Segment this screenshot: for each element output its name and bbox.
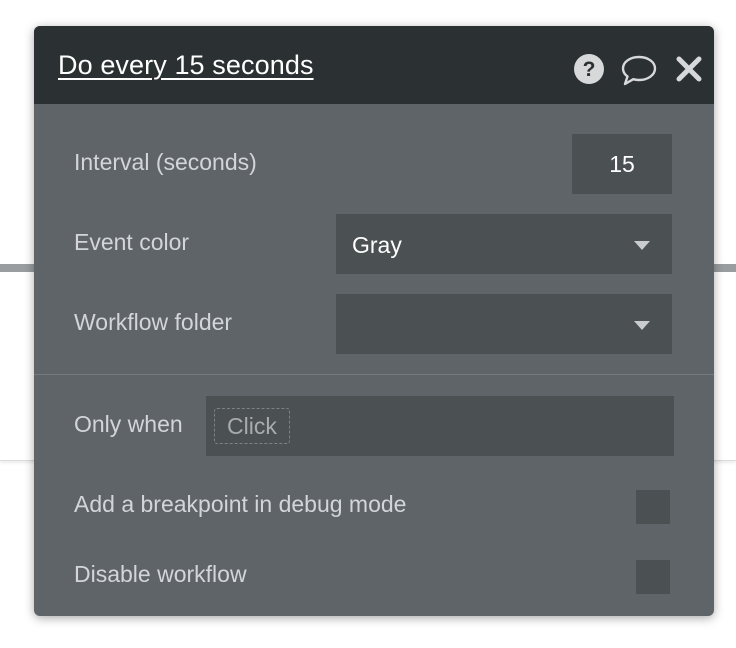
chevron-down-icon bbox=[634, 241, 650, 250]
interval-input[interactable]: 15 bbox=[572, 134, 672, 194]
panel-header: Do every 15 seconds ? bbox=[34, 26, 714, 104]
only-when-placeholder[interactable]: Click bbox=[214, 408, 290, 444]
event-color-select[interactable]: Gray bbox=[336, 214, 672, 274]
help-icon[interactable]: ? bbox=[572, 52, 606, 86]
event-color-label: Event color bbox=[74, 229, 190, 255]
close-icon[interactable] bbox=[674, 54, 704, 84]
workflow-folder-select[interactable] bbox=[336, 294, 672, 354]
breakpoint-label: Add a breakpoint in debug mode bbox=[74, 491, 407, 517]
comment-icon[interactable] bbox=[620, 53, 658, 87]
workflow-folder-label: Workflow folder bbox=[74, 309, 233, 335]
breakpoint-checkbox[interactable] bbox=[636, 490, 670, 524]
panel-title[interactable]: Do every 15 seconds bbox=[58, 50, 314, 81]
workflow-event-properties-panel: Do every 15 seconds ? Interval (seconds)… bbox=[34, 26, 714, 616]
disable-workflow-label: Disable workflow bbox=[74, 561, 247, 587]
interval-label: Interval (seconds) bbox=[74, 149, 257, 175]
chevron-down-icon bbox=[634, 321, 650, 330]
only-when-label: Only when bbox=[74, 411, 183, 437]
only-when-condition-input[interactable]: Click bbox=[206, 396, 674, 456]
svg-text:?: ? bbox=[583, 58, 596, 81]
disable-workflow-checkbox[interactable] bbox=[636, 560, 670, 594]
event-color-value: Gray bbox=[352, 232, 402, 258]
section-divider bbox=[34, 374, 714, 375]
